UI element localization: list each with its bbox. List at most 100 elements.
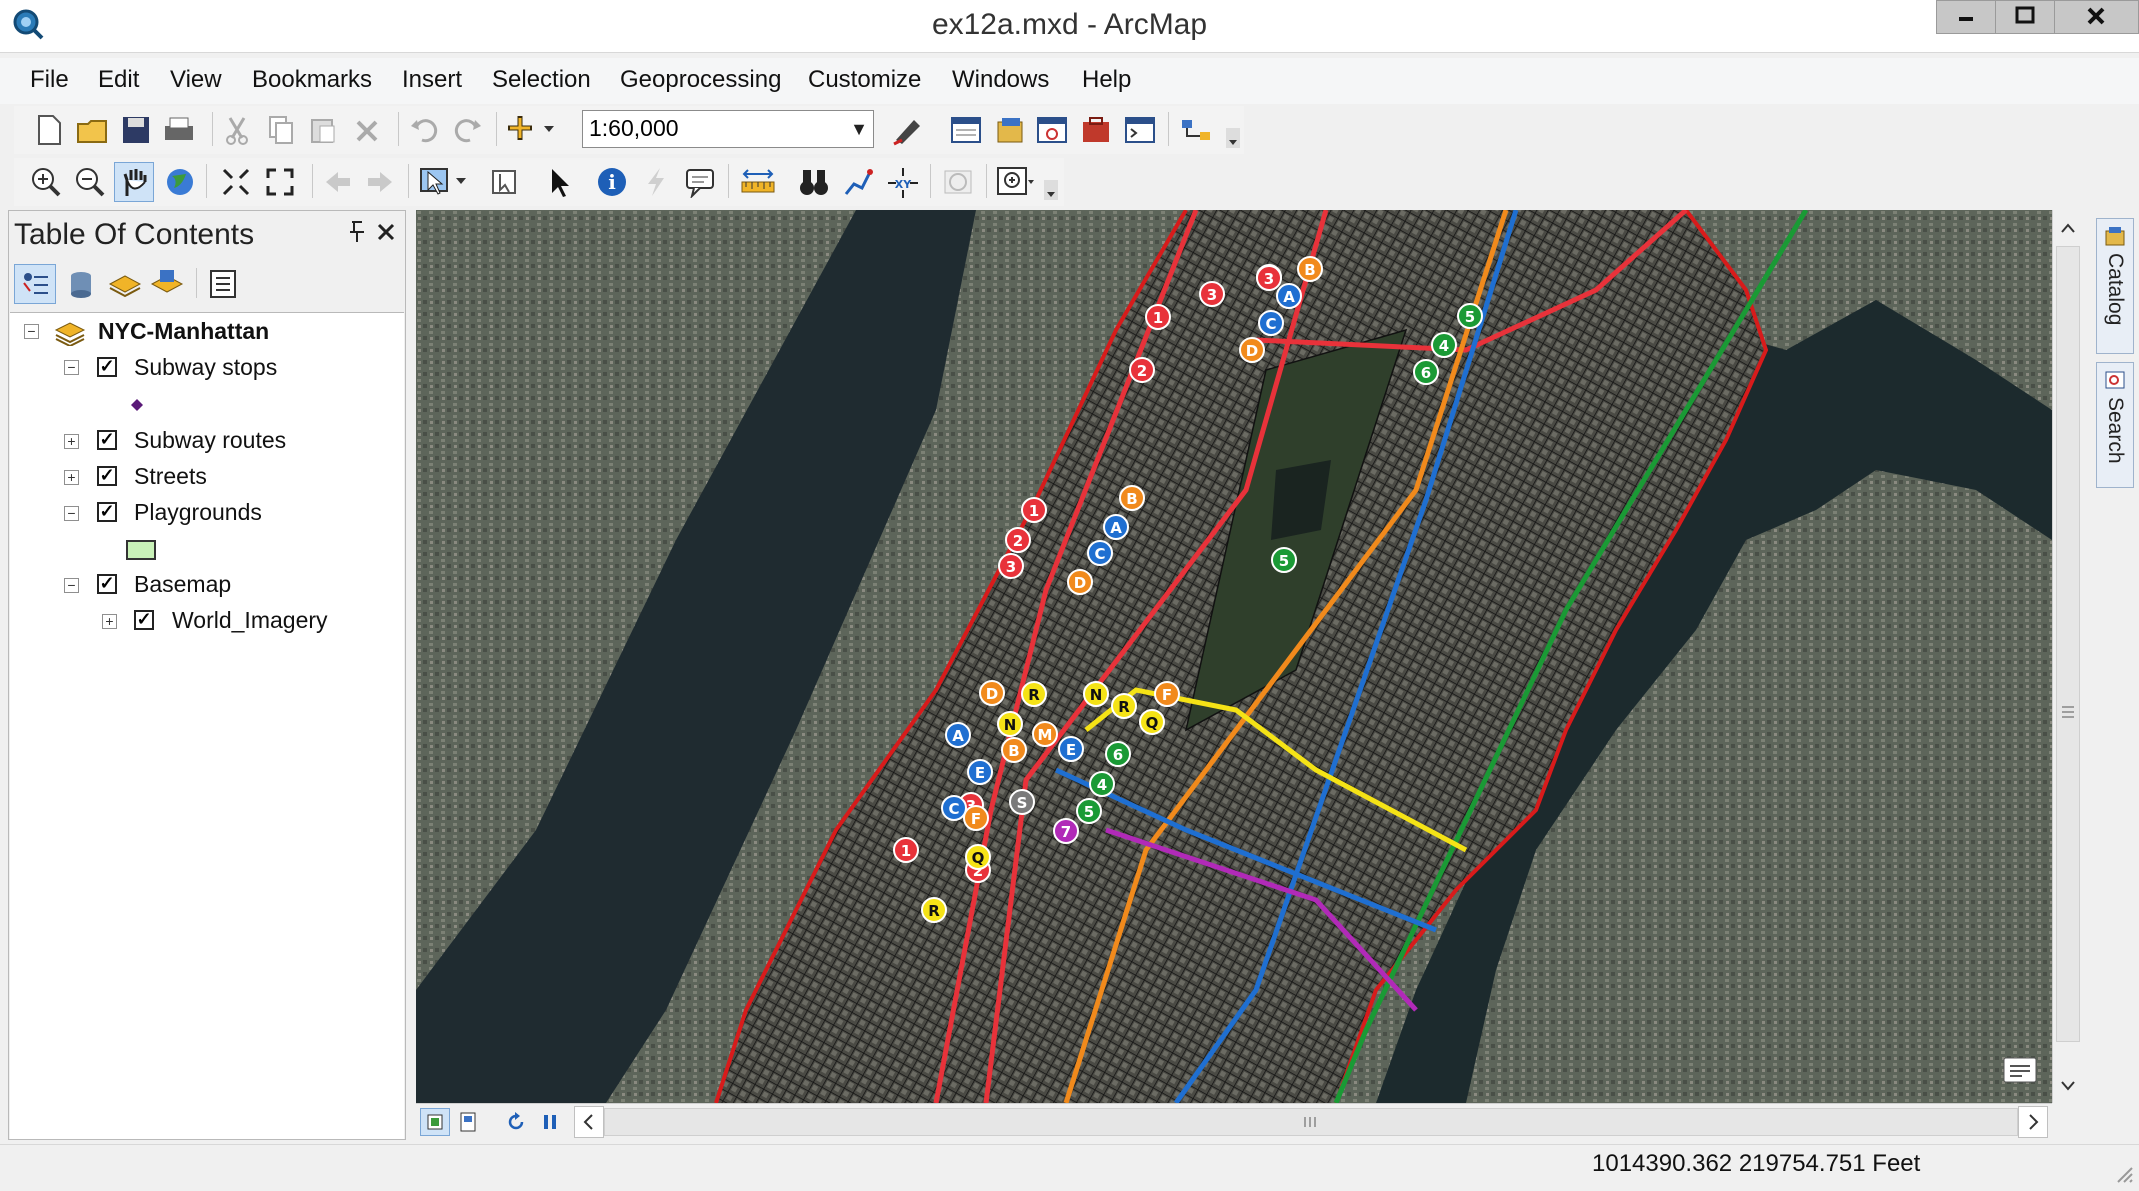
magnifier-window-icon[interactable]: [996, 164, 1036, 203]
open-folder-icon[interactable]: [76, 114, 110, 151]
close-panel-icon[interactable]: [376, 222, 396, 247]
fixed-zoom-out-icon[interactable]: [264, 166, 296, 203]
collapse-toggle[interactable]: −: [64, 578, 79, 593]
minimize-button[interactable]: [1936, 0, 1996, 34]
layer-subway-routes[interactable]: Subway routes: [134, 427, 286, 454]
clear-selection-icon[interactable]: [488, 166, 520, 203]
pan-tool-button[interactable]: [114, 162, 154, 202]
print-icon[interactable]: [162, 114, 196, 151]
toc-options-icon[interactable]: [208, 268, 238, 305]
collapse-toggle[interactable]: −: [64, 360, 79, 375]
route-label-green: 4: [1431, 332, 1457, 358]
scroll-right-button[interactable]: [2018, 1106, 2048, 1138]
hyperlink-icon[interactable]: [640, 166, 672, 203]
layer-world-imagery[interactable]: World_Imagery: [172, 607, 328, 634]
paste-icon[interactable]: [308, 114, 338, 151]
layer-checkbox[interactable]: ✓: [97, 430, 117, 450]
expand-toggle[interactable]: +: [64, 470, 79, 485]
zoom-in-icon[interactable]: [30, 166, 62, 203]
select-elements-icon[interactable]: [544, 166, 576, 203]
data-view-button[interactable]: [420, 1108, 450, 1136]
menu-file[interactable]: File: [30, 66, 69, 94]
layer-streets[interactable]: Streets: [134, 463, 207, 490]
vertical-scroll-thumb[interactable]: [2056, 246, 2080, 1042]
list-by-drawing-order-button[interactable]: [14, 264, 56, 304]
arctoolbox-icon[interactable]: [1080, 114, 1112, 151]
find-binoculars-icon[interactable]: [798, 166, 830, 203]
new-document-icon[interactable]: [34, 114, 64, 151]
forward-arrow-icon[interactable]: [364, 166, 396, 203]
data-frame-name[interactable]: NYC-Manhattan: [98, 318, 269, 345]
search-dock-tab[interactable]: Search: [2096, 362, 2134, 488]
list-by-source-icon[interactable]: [66, 268, 96, 305]
zoom-out-icon[interactable]: [74, 166, 106, 203]
expand-toggle[interactable]: +: [102, 614, 117, 629]
go-to-xy-icon[interactable]: XY: [886, 166, 920, 205]
catalog-window-icon[interactable]: [994, 114, 1026, 151]
list-by-selection-icon[interactable]: [150, 268, 184, 305]
horizontal-scroll-thumb[interactable]: [604, 1108, 2018, 1136]
menu-help[interactable]: Help: [1082, 66, 1131, 94]
maximize-button[interactable]: [1995, 0, 2055, 34]
back-arrow-icon[interactable]: [322, 166, 354, 203]
feature-table-icon[interactable]: [2002, 1054, 2040, 1091]
svg-text:C: C: [1265, 315, 1276, 333]
select-features-icon[interactable]: [418, 164, 470, 203]
measure-icon[interactable]: [740, 166, 776, 203]
menu-selection[interactable]: Selection: [492, 66, 591, 94]
menu-edit[interactable]: Edit: [98, 66, 139, 94]
copy-icon[interactable]: [266, 114, 296, 151]
menu-bookmarks[interactable]: Bookmarks: [252, 66, 372, 94]
layer-checkbox[interactable]: ✓: [97, 574, 117, 594]
undo-icon[interactable]: [408, 114, 440, 151]
menu-geoprocessing[interactable]: Geoprocessing: [620, 66, 781, 94]
fixed-zoom-in-icon[interactable]: [220, 166, 252, 203]
full-extent-globe-icon[interactable]: [164, 166, 196, 203]
menu-insert[interactable]: Insert: [402, 66, 462, 94]
map-view[interactable]: 12323123321BDBDDBFMFACACAECE5465645RNRQN…: [416, 210, 2052, 1103]
pause-drawing-icon[interactable]: [542, 1112, 558, 1137]
redo-icon[interactable]: [452, 114, 484, 151]
cut-icon[interactable]: [222, 114, 252, 151]
layer-playgrounds[interactable]: Playgrounds: [134, 499, 262, 526]
toolbar-options-icon[interactable]: [1226, 128, 1240, 153]
layer-basemap[interactable]: Basemap: [134, 571, 231, 598]
menu-windows[interactable]: Windows: [952, 66, 1049, 94]
layer-checkbox[interactable]: ✓: [134, 610, 154, 630]
map-scale-combobox[interactable]: 1:60,000: [582, 110, 874, 148]
editor-icon[interactable]: [892, 114, 926, 151]
menu-view[interactable]: View: [170, 66, 222, 94]
find-route-icon[interactable]: [842, 166, 874, 203]
chevron-down-icon[interactable]: ▼: [846, 112, 872, 146]
svg-text:C: C: [948, 800, 959, 818]
layer-checkbox[interactable]: ✓: [97, 357, 117, 377]
save-icon[interactable]: [120, 114, 152, 151]
refresh-icon[interactable]: [506, 1112, 526, 1137]
python-window-icon[interactable]: [1124, 114, 1156, 151]
collapse-toggle[interactable]: −: [64, 506, 79, 521]
scroll-up-button[interactable]: [2054, 214, 2082, 244]
scroll-down-button[interactable]: [2054, 1070, 2082, 1100]
model-builder-icon[interactable]: [1180, 114, 1214, 151]
identify-icon[interactable]: i: [596, 166, 628, 203]
catalog-dock-tab[interactable]: Catalog: [2096, 218, 2134, 354]
layer-checkbox[interactable]: ✓: [97, 502, 117, 522]
svg-text:A: A: [1283, 288, 1295, 306]
toolbar-options-icon[interactable]: [1044, 180, 1058, 205]
pin-icon[interactable]: [346, 220, 368, 249]
delete-icon[interactable]: [352, 114, 382, 151]
collapse-toggle[interactable]: −: [24, 324, 39, 339]
search-window-icon[interactable]: [1036, 114, 1068, 151]
html-popup-icon[interactable]: [684, 166, 716, 203]
layer-checkbox[interactable]: ✓: [97, 466, 117, 486]
expand-toggle[interactable]: +: [64, 434, 79, 449]
add-data-icon[interactable]: [506, 112, 558, 151]
table-of-contents-window-icon[interactable]: [950, 114, 982, 151]
scroll-left-button[interactable]: [574, 1106, 604, 1138]
close-button[interactable]: [2054, 0, 2139, 34]
layout-view-icon[interactable]: [460, 1112, 478, 1137]
list-by-visibility-icon[interactable]: [108, 268, 142, 305]
menu-customize[interactable]: Customize: [808, 66, 921, 94]
time-slider-icon[interactable]: [942, 166, 974, 203]
layer-subway-stops[interactable]: Subway stops: [134, 354, 277, 381]
